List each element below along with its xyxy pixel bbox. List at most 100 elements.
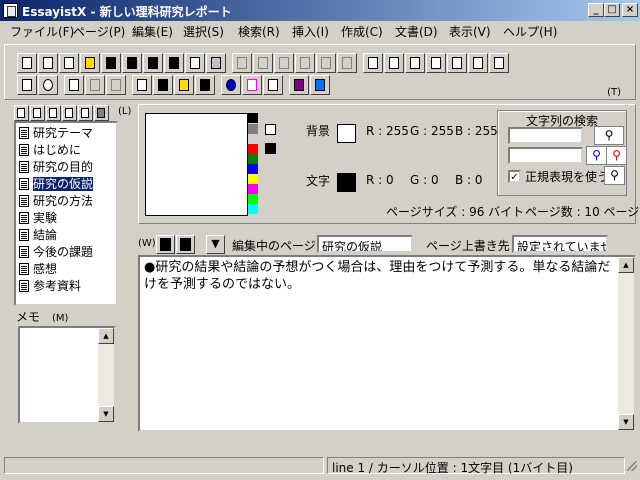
print-icon[interactable] <box>206 53 226 73</box>
menu-view[interactable]: 表示(V) <box>449 23 491 40</box>
editing-page-field[interactable]: 研究の仮説 <box>317 235 413 253</box>
page-rename-icon[interactable] <box>489 53 509 73</box>
menu-insert[interactable]: 挿入(I) <box>292 23 329 40</box>
palette-swatch[interactable] <box>248 113 258 123</box>
editor-scrollbar[interactable]: ▲ ▼ <box>618 257 634 430</box>
palette-swatch[interactable] <box>248 144 258 154</box>
page-copy-icon[interactable] <box>405 53 425 73</box>
tree-item[interactable]: 参考資料 <box>19 277 81 293</box>
notebook-icon[interactable] <box>310 75 330 95</box>
copy-icon[interactable] <box>274 53 294 73</box>
page-up-icon[interactable] <box>17 75 37 95</box>
palette-swatch[interactable] <box>248 124 258 134</box>
maximize-button[interactable]: □ <box>604 3 620 17</box>
paste-icon[interactable] <box>295 53 315 73</box>
tree-copy-icon[interactable] <box>62 105 77 121</box>
open-book-icon[interactable] <box>38 53 58 73</box>
menu-document[interactable]: 文書(D) <box>395 23 438 40</box>
title-bar[interactable]: EssayistX - 新しい理科研究レポート _ □ × <box>0 0 640 21</box>
page-insert-icon[interactable] <box>426 53 446 73</box>
save-folder-icon[interactable] <box>174 75 194 95</box>
search-next-binoculars-icon[interactable]: ⚲ <box>606 146 627 165</box>
page-list-icon[interactable] <box>363 53 383 73</box>
page-new-icon[interactable] <box>384 53 404 73</box>
tree-up-icon[interactable] <box>30 105 45 121</box>
menu-search[interactable]: 検索(R) <box>238 23 280 40</box>
close-button[interactable]: × <box>622 3 638 17</box>
open-book-icon[interactable] <box>59 53 79 73</box>
tree-item[interactable]: 感想 <box>19 260 57 276</box>
tree-item[interactable]: 研究テーマ <box>19 124 93 140</box>
dictionary-icon[interactable] <box>289 75 309 95</box>
resize-grip-icon[interactable] <box>626 460 638 472</box>
app-icon[interactable] <box>3 3 18 18</box>
search-input-2[interactable] <box>508 147 583 164</box>
blue-dot-icon[interactable] <box>221 75 241 95</box>
palette-swatch[interactable] <box>248 164 258 174</box>
arrow-right-icon[interactable] <box>242 75 262 95</box>
save-disk-icon[interactable] <box>195 75 215 95</box>
background-color-box[interactable] <box>337 124 356 143</box>
binoculars-icon[interactable]: ⚲ <box>594 126 624 145</box>
search-all-binoculars-icon[interactable]: ⚲ <box>604 166 625 185</box>
clock-icon[interactable] <box>38 75 58 95</box>
menu-help[interactable]: ヘルプ(H) <box>503 23 557 40</box>
scroll-up-icon[interactable]: ▲ <box>98 328 114 344</box>
tree-item[interactable]: 研究の目的 <box>19 158 93 174</box>
menu-file[interactable]: ファイル(F) <box>10 23 74 40</box>
document-icon[interactable] <box>64 75 84 95</box>
tree-item[interactable]: 結論 <box>19 226 57 242</box>
save-page-icon[interactable] <box>153 75 173 95</box>
regex-checkbox[interactable]: ✓ <box>508 170 521 183</box>
palette-swatch[interactable] <box>248 194 258 204</box>
delete-icon[interactable] <box>316 53 336 73</box>
overwrite-field[interactable]: 設定されていません <box>512 235 608 253</box>
tree-delete-icon[interactable] <box>94 105 109 121</box>
select-all-icon[interactable] <box>337 53 357 73</box>
save-all-icon[interactable] <box>143 53 163 73</box>
text-color-box[interactable] <box>337 173 356 192</box>
fg-small-swatch[interactable] <box>265 143 276 154</box>
palette-swatch[interactable] <box>248 174 258 184</box>
document-editor[interactable]: ●研究の結果や結論の予想がつく場合は、理由をつけて予測する。単なる結論だけを予測… <box>138 255 636 432</box>
save-as-icon[interactable] <box>122 53 142 73</box>
minimize-button[interactable]: _ <box>588 3 604 17</box>
menu-select[interactable]: 選択(S) <box>183 23 224 40</box>
lines-icon[interactable] <box>106 75 126 95</box>
page-replace-icon[interactable] <box>447 53 467 73</box>
palette-swatch[interactable] <box>248 184 258 194</box>
page-dropdown-button[interactable]: ▼ <box>206 235 225 254</box>
memo-scrollbar[interactable]: ▲ ▼ <box>98 328 114 422</box>
save-page-as-button[interactable] <box>176 235 195 254</box>
page-delete-icon[interactable] <box>468 53 488 73</box>
tree-item[interactable]: はじめに <box>19 141 81 157</box>
document-body[interactable]: ●研究の結果や結論の予想がつく場合は、理由をつけて予測する。単なる結論だけを予測… <box>144 259 616 293</box>
tree-paste-icon[interactable] <box>78 105 93 121</box>
bg-small-swatch[interactable] <box>265 124 276 135</box>
table-icon[interactable] <box>263 75 283 95</box>
memo-textarea[interactable]: ▲ ▼ <box>18 326 116 424</box>
grid-icon[interactable] <box>132 75 152 95</box>
tree-item[interactable]: 実験 <box>19 209 57 225</box>
palette-swatch[interactable] <box>248 204 258 214</box>
tree-move-icon[interactable] <box>46 105 61 121</box>
tree-item-selected[interactable]: 研究の仮説 <box>19 175 94 191</box>
search-prev-binoculars-icon[interactable]: ⚲ <box>586 146 607 165</box>
cut-icon[interactable] <box>253 53 273 73</box>
scroll-down-icon[interactable]: ▼ <box>98 406 114 422</box>
tree-new-icon[interactable] <box>14 105 29 121</box>
tree-item[interactable]: 研究の方法 <box>19 192 93 208</box>
print-preview-icon[interactable] <box>185 53 205 73</box>
open-book-icon[interactable] <box>17 53 37 73</box>
undo-icon[interactable] <box>232 53 252 73</box>
scroll-down-icon[interactable]: ▼ <box>618 414 634 430</box>
open-folder-icon[interactable] <box>80 53 100 73</box>
menu-edit[interactable]: 編集(E) <box>132 23 173 40</box>
next-arrow-icon[interactable] <box>85 75 105 95</box>
scroll-up-icon[interactable]: ▲ <box>618 257 634 273</box>
export-icon[interactable] <box>164 53 184 73</box>
tree-item[interactable]: 今後の課題 <box>19 243 93 259</box>
page-tree-list[interactable]: 研究テーマ はじめに 研究の目的 研究の仮説 研究の方法 実験 結論 今後の課題… <box>14 121 118 306</box>
search-input-1[interactable] <box>508 127 583 144</box>
menu-page[interactable]: ページ(P) <box>73 23 125 40</box>
